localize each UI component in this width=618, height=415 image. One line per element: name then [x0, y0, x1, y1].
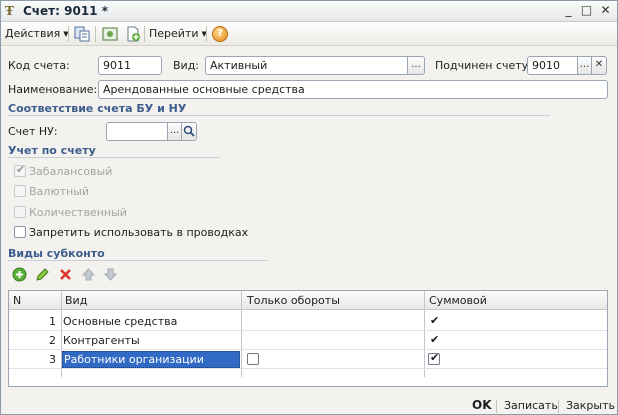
code-label: Код счета: [8, 59, 70, 72]
toolbar-separator [68, 26, 69, 42]
move-up-icon[interactable] [81, 267, 96, 282]
check-mark-icon: ✔ [430, 351, 440, 364]
structure-subordinate-icon[interactable] [74, 26, 90, 42]
table-header: N Вид Только обороты Суммовой [9, 291, 607, 310]
offbalance-checkbox[interactable]: ✔ [14, 163, 26, 177]
goto-menu-label: Перейти [149, 27, 199, 40]
amount-check-icon[interactable]: ✔ [430, 333, 439, 346]
parent-account-label: Подчинен счету: [435, 59, 532, 72]
row-kind: Основные средства [63, 315, 178, 328]
minimize-button[interactable]: _ [561, 4, 576, 18]
footer-bar: OK Записать Закрыть [1, 398, 617, 414]
amount-checkbox[interactable]: ✔ [428, 351, 440, 365]
table-row-selected[interactable]: 3 Работники организации ✔ [9, 350, 607, 369]
save-button[interactable]: Записать [504, 399, 558, 412]
column-header-kind[interactable]: Вид [65, 294, 87, 307]
row-number: 3 [49, 353, 56, 366]
parent-account-clear-button[interactable]: ✕ [591, 56, 607, 75]
section-divider [8, 260, 268, 261]
view-document-icon[interactable] [102, 26, 118, 42]
column-header-n[interactable]: N [13, 294, 21, 307]
nu-account-search-button[interactable] [181, 122, 197, 141]
close-button[interactable]: Закрыть [566, 399, 615, 412]
toolbar-separator [206, 26, 207, 42]
search-icon [183, 125, 195, 137]
move-down-icon[interactable] [103, 267, 118, 282]
turnover-only-checkbox[interactable] [247, 353, 259, 365]
parent-account-choose-button[interactable]: ... [577, 56, 592, 75]
maximize-button[interactable]: □ [579, 4, 594, 18]
toolbar: Действия ▼ Перейти ▼ ? [1, 22, 617, 46]
title-bar: Ŧ Счет: 9011 * _ □ ✕ [1, 1, 617, 22]
forbid-postings-checkbox[interactable] [14, 226, 26, 238]
delete-row-icon[interactable] [58, 267, 73, 282]
code-input[interactable]: 9011 [98, 56, 162, 75]
row-number: 1 [49, 315, 56, 328]
amount-check-icon[interactable]: ✔ [430, 314, 439, 327]
quantity-label: Количественный [29, 206, 127, 219]
new-document-icon[interactable] [125, 26, 141, 42]
ok-button[interactable]: OK [472, 398, 492, 412]
currency-label: Валютный [29, 185, 90, 198]
section-title-subconto: Виды субконто [8, 247, 105, 260]
type-label: Вид: [173, 59, 200, 72]
account-form-window: Ŧ Счет: 9011 * _ □ ✕ Действия ▼ Перейти ▼ … [0, 0, 618, 415]
help-icon[interactable]: ? [212, 26, 228, 42]
help-symbol: ? [217, 28, 223, 39]
subconto-table: N Вид Только обороты Суммовой 1 Основные… [8, 290, 608, 387]
row-kind: Контрагенты [63, 334, 140, 347]
name-label: Наименование: [8, 83, 98, 96]
app-logo-icon: Ŧ [5, 4, 14, 18]
row-number: 2 [49, 334, 56, 347]
actions-menu-label: Действия [5, 27, 61, 40]
parent-account-input[interactable]: 9010 [527, 56, 578, 75]
edit-row-icon[interactable] [35, 267, 50, 282]
add-row-icon[interactable] [12, 267, 27, 282]
currency-checkbox[interactable] [14, 185, 26, 197]
section-divider [8, 115, 550, 116]
toolbar-separator [95, 26, 96, 42]
row-kind[interactable]: Работники организации [64, 353, 204, 366]
section-title-accounting: Учет по счету [8, 144, 96, 157]
offbalance-label: Забалансовый [29, 165, 113, 178]
table-row[interactable]: 2 Контрагенты ✔ [9, 331, 607, 350]
window-title: Счет: 9011 * [23, 4, 108, 18]
footer-separator [496, 400, 497, 413]
footer-separator [558, 400, 559, 413]
nu-account-choose-button[interactable]: ... [167, 122, 182, 141]
type-select[interactable]: Активный [205, 56, 408, 75]
column-header-turnover-only[interactable]: Только обороты [247, 294, 340, 307]
nu-account-input[interactable] [106, 122, 168, 141]
check-mark-icon: ✔ [16, 163, 26, 176]
quantity-checkbox[interactable] [14, 206, 26, 218]
close-window-button[interactable]: ✕ [598, 4, 613, 18]
name-input[interactable]: Арендованные основные средства [98, 80, 608, 99]
nu-account-label: Счет НУ: [8, 125, 58, 138]
forbid-postings-label: Запретить использовать в проводках [29, 226, 249, 239]
actions-menu-button[interactable]: Действия ▼ [5, 27, 69, 40]
section-divider [8, 157, 220, 158]
column-header-amount[interactable]: Суммовой [429, 294, 487, 307]
section-title-bu-nu: Соответствие счета БУ и НУ [8, 102, 187, 115]
toolbar-separator [144, 26, 145, 42]
goto-menu-button[interactable]: Перейти ▼ [149, 27, 207, 40]
type-choose-button[interactable]: ... [407, 56, 425, 75]
table-row[interactable]: 1 Основные средства ✔ [9, 312, 607, 331]
